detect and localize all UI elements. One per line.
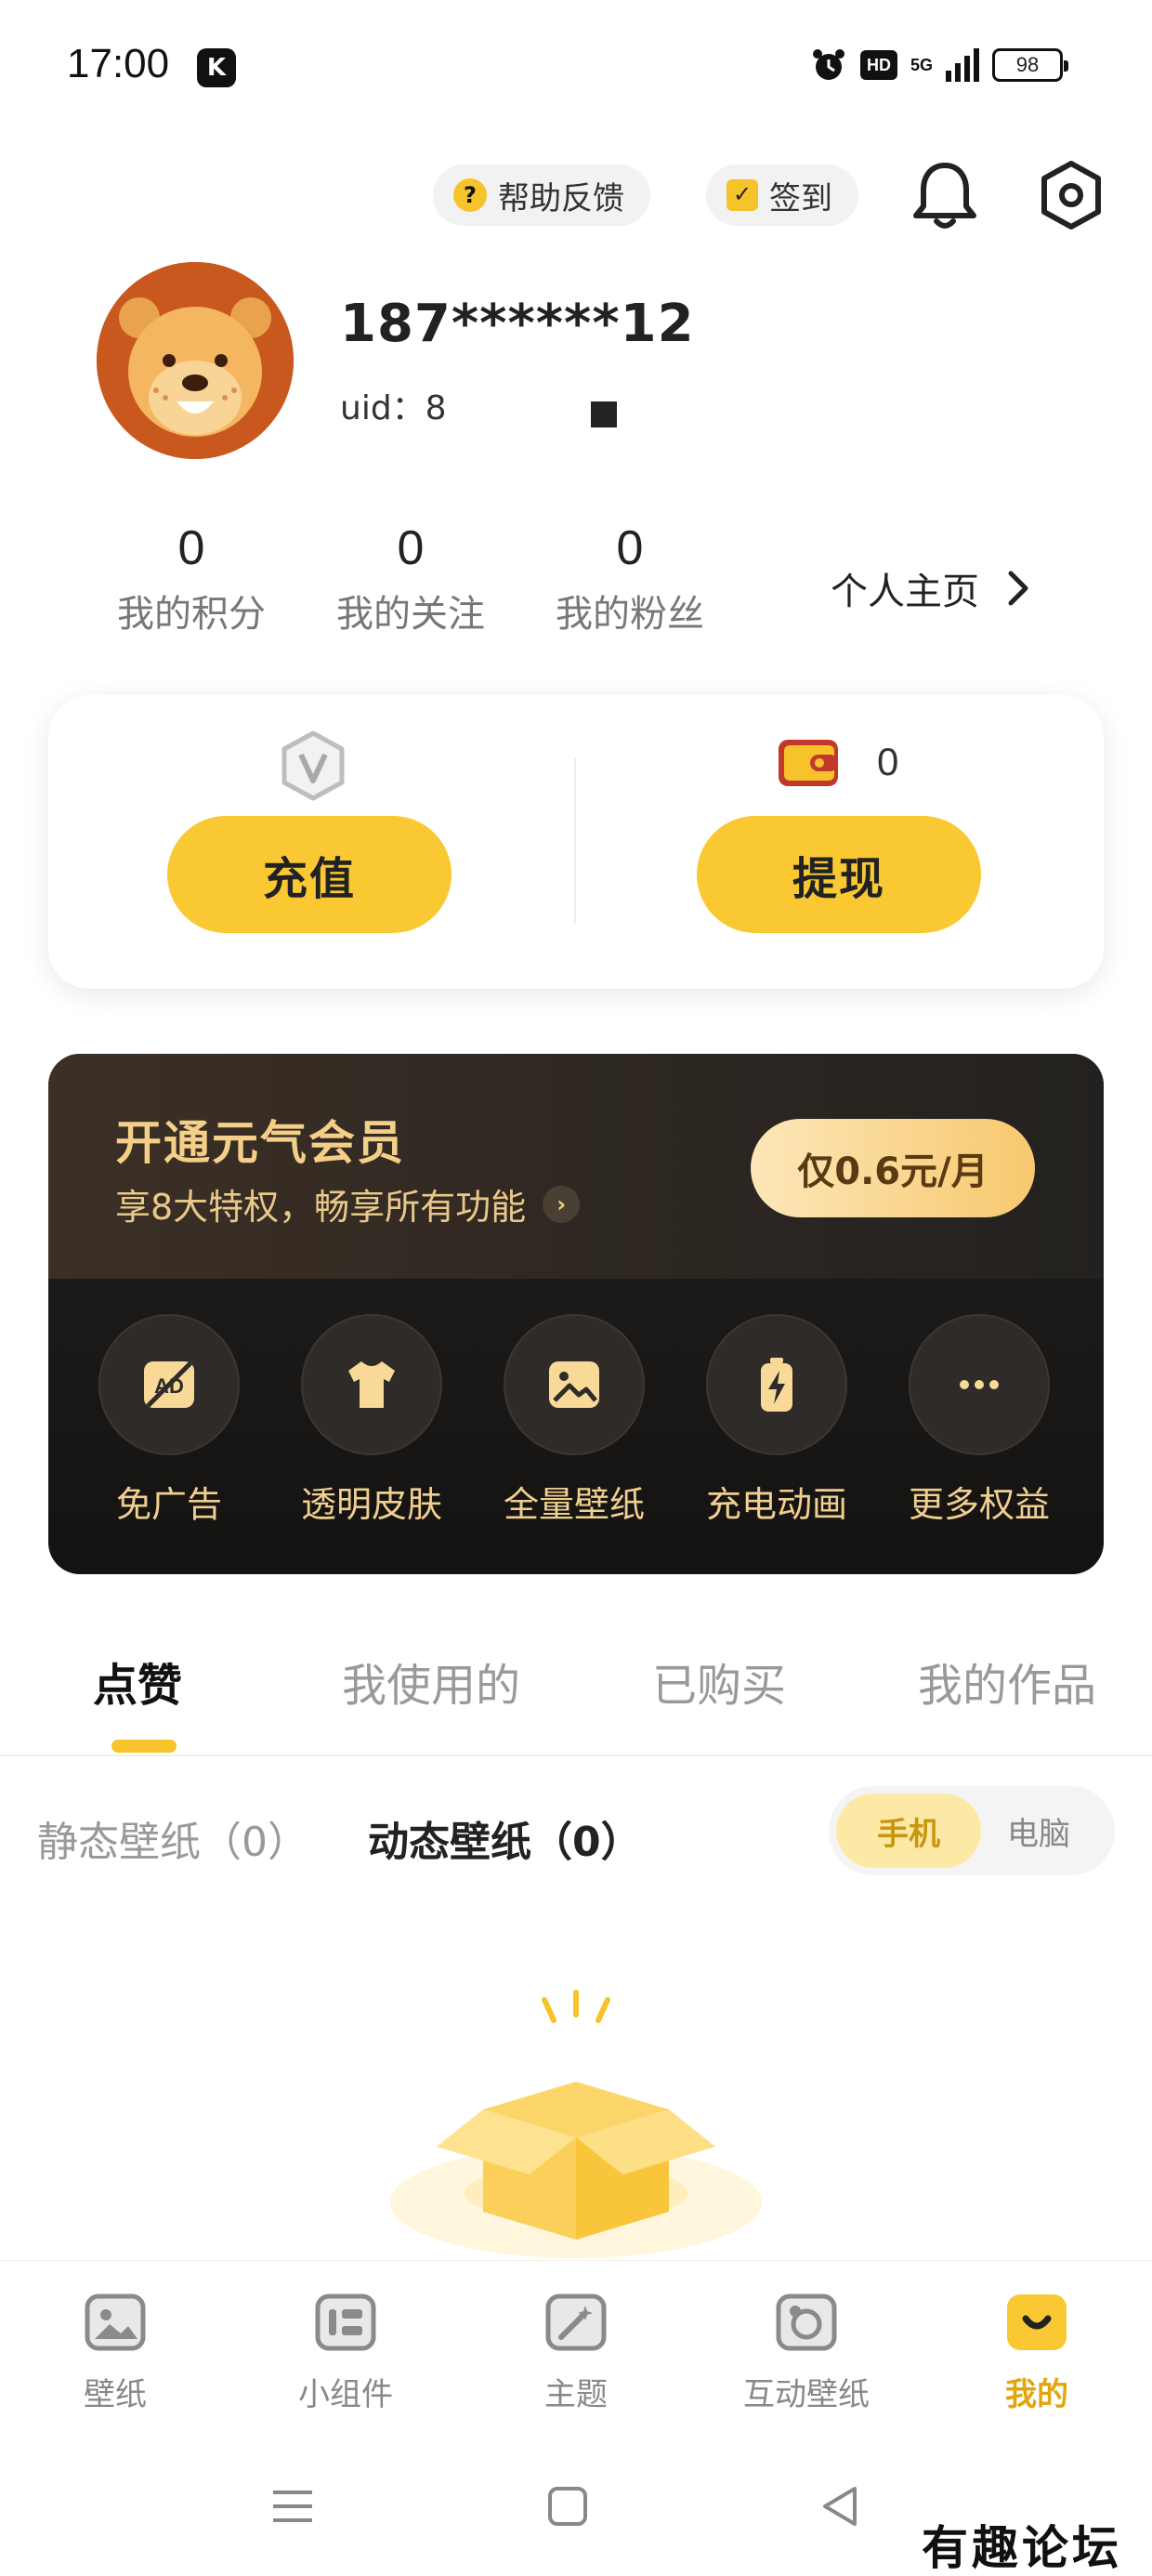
help-feedback-button[interactable]: ? 帮助反馈 <box>433 164 650 226</box>
wallet-divider <box>574 758 576 924</box>
signal-icon <box>946 48 979 82</box>
nav-label: 主题 <box>544 2376 608 2413</box>
signin-button[interactable]: 签到 <box>706 164 858 226</box>
stat-value: 0 <box>397 521 425 575</box>
perk-label: 全量壁纸 <box>503 1484 645 1525</box>
hd-icon: HD <box>859 50 897 80</box>
user-phone: 187******12 <box>340 294 695 354</box>
perk-label: 免广告 <box>115 1484 222 1525</box>
no-ads-icon: AD <box>144 1361 194 1408</box>
stat-points[interactable]: 0 我的积分 <box>89 520 294 637</box>
bell-icon[interactable] <box>910 158 979 232</box>
vip-title: 开通元气会员 <box>115 1116 405 1170</box>
nav-interactive-wallpaper[interactable]: 互动壁纸 <box>713 2289 899 2414</box>
nav-wallpaper[interactable]: 壁纸 <box>22 2289 208 2414</box>
question-icon: ? <box>453 178 487 212</box>
stat-label: 我的积分 <box>117 593 266 636</box>
avatar[interactable] <box>97 262 294 459</box>
wallpaper-icon <box>85 2293 146 2351</box>
vip-membership-card[interactable]: 开通元气会员 享8大特权，畅享所有功能 › 仅0.6元/月 AD 免广告 透明皮… <box>48 1054 1104 1574</box>
perk-label: 充电动画 <box>705 1484 847 1525</box>
me-icon <box>1007 2294 1067 2350</box>
perk-all-wallpapers[interactable]: 全量壁纸 <box>481 1314 667 1527</box>
status-indicators: HD 5G 98 <box>810 46 1068 84</box>
stat-value: 0 <box>177 521 205 575</box>
alarm-icon <box>812 49 844 80</box>
wallet-icon <box>779 740 838 786</box>
bottom-navigation: 壁纸 小组件 主题 互动壁纸 我的 <box>0 2260 1152 2427</box>
stat-followers[interactable]: 0 我的粉丝 <box>528 520 732 637</box>
nav-label: 小组件 <box>298 2376 393 2413</box>
tab-purchased[interactable]: 已购买 <box>652 1649 786 1714</box>
battery-icon: 98 <box>992 48 1068 82</box>
content-tabs: 点赞 我使用的 已购买 我的作品 <box>0 1636 1152 1756</box>
calendar-check-icon <box>727 179 758 211</box>
widget-icon <box>315 2293 376 2351</box>
perk-transparent-skin[interactable]: 透明皮肤 <box>279 1314 465 1527</box>
settings-icon[interactable] <box>1037 160 1106 230</box>
device-toggle: 手机 电脑 <box>829 1786 1115 1875</box>
subtab-dynamic-wallpaper[interactable]: 动态壁纸（0） <box>368 1808 642 1868</box>
recharge-button[interactable]: 充值 <box>167 816 452 933</box>
nav-theme[interactable]: 主题 <box>483 2289 669 2414</box>
nav-widgets[interactable]: 小组件 <box>253 2289 439 2414</box>
perk-label: 透明皮肤 <box>300 1484 442 1525</box>
withdraw-button[interactable]: 提现 <box>697 816 981 933</box>
vip-subtitle-row[interactable]: 享8大特权，畅享所有功能 › <box>115 1178 581 1229</box>
vip-subtitle: 享8大特权，畅享所有功能 <box>115 1187 527 1228</box>
menu-icon[interactable] <box>269 2483 316 2530</box>
chevron-right-icon <box>1008 571 1028 606</box>
empty-box-icon <box>390 1990 762 2258</box>
v-coin-icon <box>281 730 345 801</box>
subtab-static-wallpaper[interactable]: 静态壁纸（0） <box>37 1808 308 1868</box>
arrow-right-circle-icon: › <box>543 1185 581 1223</box>
toggle-phone[interactable]: 手机 <box>836 1794 981 1868</box>
tab-my-works[interactable]: 我的作品 <box>918 1649 1096 1714</box>
stat-label: 我的关注 <box>336 593 485 636</box>
nav-label: 壁纸 <box>84 2376 147 2413</box>
stat-value: 0 <box>616 521 644 575</box>
wallet-balance: 0 <box>877 740 899 783</box>
perk-charging-animation[interactable]: 充电动画 <box>684 1314 870 1527</box>
vip-price-button[interactable]: 仅0.6元/月 <box>751 1119 1035 1217</box>
network-type: 5G <box>910 55 933 74</box>
perk-label: 更多权益 <box>908 1484 1050 1525</box>
lion-avatar-icon <box>97 262 294 459</box>
tab-used[interactable]: 我使用的 <box>342 1649 520 1714</box>
stat-following[interactable]: 0 我的关注 <box>308 520 513 637</box>
user-uid: uid：8 <box>340 389 447 427</box>
perk-more-benefits[interactable]: 更多权益 <box>886 1314 1072 1527</box>
wallet-card: 0 充值 提现 <box>48 695 1104 989</box>
help-feedback-label: 帮助反馈 <box>498 179 624 217</box>
battery-charge-icon <box>761 1358 792 1412</box>
back-icon[interactable] <box>818 2483 864 2530</box>
theme-icon <box>545 2293 607 2351</box>
app-notification-icon: K <box>197 48 236 87</box>
status-time: 17:00 <box>67 41 170 86</box>
image-icon <box>549 1361 599 1408</box>
nav-label: 我的 <box>1005 2376 1068 2413</box>
signin-label: 签到 <box>769 179 832 217</box>
home-icon[interactable] <box>544 2483 591 2530</box>
toggle-pc[interactable]: 电脑 <box>966 1794 1111 1868</box>
homepage-label: 个人主页 <box>831 571 979 613</box>
tshirt-icon <box>348 1361 395 1408</box>
forum-watermark: 有趣论坛 <box>922 2520 1122 2575</box>
tab-likes[interactable]: 点赞 <box>93 1649 182 1714</box>
personal-homepage-link[interactable]: 个人主页 <box>831 561 1031 615</box>
perk-no-ads[interactable]: AD 免广告 <box>76 1314 262 1527</box>
more-dots-icon <box>960 1380 999 1389</box>
nav-label: 互动壁纸 <box>743 2376 870 2413</box>
active-tab-indicator <box>111 1740 177 1753</box>
stat-label: 我的粉丝 <box>556 593 704 636</box>
interactive-wallpaper-icon <box>776 2293 837 2351</box>
nav-me[interactable]: 我的 <box>944 2289 1130 2414</box>
uid-redaction <box>591 401 617 427</box>
